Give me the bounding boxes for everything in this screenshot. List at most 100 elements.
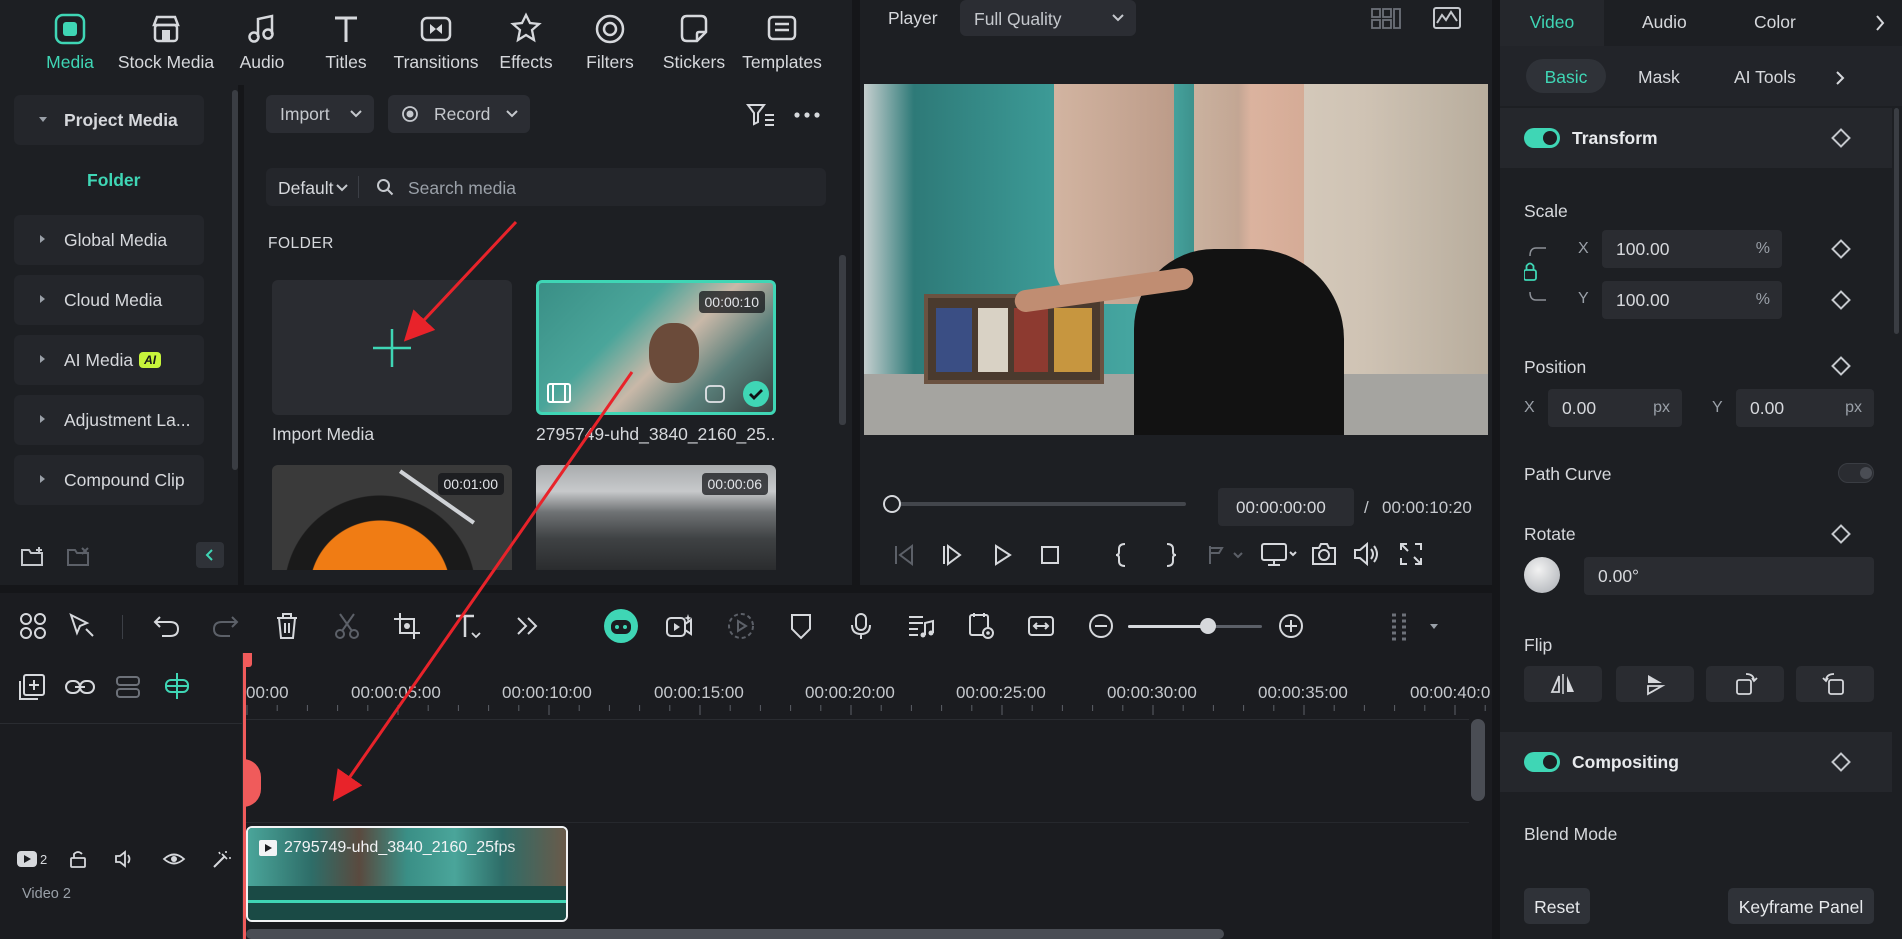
tab-media[interactable]: Media (18, 8, 122, 73)
sort-dropdown[interactable]: Default (278, 178, 333, 199)
marker-shield-icon[interactable] (786, 611, 816, 641)
playback-speed-icon[interactable] (726, 611, 756, 641)
track-align-icon[interactable] (114, 673, 142, 701)
media-clip-thumbnail[interactable]: 00:00:10 (536, 280, 776, 415)
rotate-input[interactable]: 0.00° (1584, 557, 1874, 595)
scale-x-input[interactable]: 100.00 % (1602, 230, 1782, 268)
display-icon[interactable] (1260, 541, 1298, 569)
keyframe-diamond-icon[interactable] (1831, 128, 1851, 148)
tab-color[interactable]: Color (1754, 12, 1796, 33)
keyframe-diamond-icon[interactable] (1831, 524, 1851, 544)
mark-in-icon[interactable] (1112, 541, 1130, 569)
ai-video-icon[interactable] (664, 611, 694, 641)
search-input[interactable]: Search media (408, 178, 516, 199)
current-time-field[interactable]: 00:00:00:00 (1218, 488, 1354, 526)
media-scrollbar[interactable] (839, 255, 846, 425)
zoom-slider-handle[interactable] (1200, 618, 1217, 634)
tab-audio[interactable]: Audio (1642, 12, 1687, 33)
keyframe-diamond-icon[interactable] (1831, 290, 1851, 310)
fullscreen-icon[interactable] (1398, 541, 1424, 567)
chevron-right-icon[interactable] (1874, 14, 1886, 32)
zoom-in-icon[interactable] (1276, 611, 1306, 641)
next-frame-icon[interactable] (940, 543, 964, 567)
keyframe-panel-button[interactable]: Keyframe Panel (1728, 888, 1874, 924)
add-track-icon[interactable] (18, 673, 46, 701)
import-media-tile[interactable] (272, 280, 512, 415)
quality-dropdown[interactable]: Full Quality (960, 0, 1136, 36)
preview-render-icon[interactable] (966, 611, 996, 641)
tab-titles[interactable]: Titles (294, 8, 398, 73)
position-x-input[interactable]: 0.00 px (1548, 389, 1682, 427)
scopes-icon[interactable] (1432, 6, 1462, 30)
sidebar-scrollbar[interactable] (232, 90, 238, 470)
sidebar-item-ai-media[interactable]: AI Media AI (14, 335, 204, 385)
new-folder-icon[interactable] (20, 545, 46, 569)
camera-snapshot-icon[interactable] (1310, 541, 1338, 567)
grid-view-icon[interactable] (1370, 6, 1402, 30)
track-volume-icon[interactable] (114, 849, 136, 869)
crop-icon[interactable] (392, 611, 422, 641)
more-options-icon[interactable] (794, 111, 820, 119)
position-y-input[interactable]: 0.00 px (1736, 389, 1874, 427)
insert-clip-icon[interactable] (1206, 543, 1246, 567)
timeline-clip[interactable]: 2795749-uhd_3840_2160_25fps (246, 826, 568, 922)
tab-video[interactable]: Video (1500, 0, 1604, 46)
auto-enhance-icon[interactable] (210, 849, 232, 871)
chevron-down-icon[interactable] (1428, 623, 1440, 631)
stop-icon[interactable] (1038, 543, 1062, 567)
layout-grid-icon[interactable] (18, 611, 48, 641)
microphone-icon[interactable] (846, 611, 876, 641)
subtab-ai-tools[interactable]: AI Tools (1734, 67, 1796, 88)
timeline-horizontal-scrollbar[interactable] (246, 929, 1224, 939)
redo-icon[interactable] (210, 611, 240, 641)
ai-mascot-icon[interactable] (604, 609, 638, 643)
scale-y-input[interactable]: 100.00 % (1602, 281, 1782, 319)
audio-list-icon[interactable] (906, 611, 936, 641)
keyframe-diamond-icon[interactable] (1831, 356, 1851, 376)
tab-templates[interactable]: Templates (730, 8, 834, 73)
tab-transitions[interactable]: Transitions (384, 8, 488, 73)
subtab-mask[interactable]: Mask (1638, 67, 1680, 88)
sidebar-item-folder[interactable]: Folder (87, 170, 140, 191)
sidebar-item-global-media[interactable]: Global Media (14, 215, 204, 265)
flip-vertical-button[interactable] (1616, 666, 1694, 702)
playhead-marker[interactable] (243, 759, 261, 807)
remove-folder-icon[interactable] (66, 545, 92, 569)
fit-timeline-icon[interactable] (1026, 611, 1056, 641)
keyframe-diamond-icon[interactable] (1831, 752, 1851, 772)
progress-handle[interactable] (883, 495, 901, 513)
rotate-left-button[interactable] (1796, 666, 1874, 702)
tab-stock-media[interactable]: Stock Media (114, 8, 218, 73)
select-tool-icon[interactable] (66, 611, 96, 641)
delete-icon[interactable] (272, 611, 302, 641)
rotate-dial[interactable] (1524, 557, 1560, 593)
timeline-vertical-scrollbar[interactable] (1471, 719, 1485, 801)
reset-button[interactable]: Reset (1524, 888, 1590, 924)
lock-track-icon[interactable] (68, 849, 88, 869)
undo-icon[interactable] (152, 611, 182, 641)
video-preview[interactable] (864, 84, 1488, 435)
rotate-right-button[interactable] (1706, 666, 1784, 702)
record-button[interactable]: Record (388, 95, 530, 133)
media-clip-thumbnail[interactable]: 00:00:06 (536, 465, 776, 570)
compositing-toggle[interactable] (1524, 752, 1560, 772)
playhead-cap[interactable] (243, 653, 252, 667)
keyframe-diamond-icon[interactable] (1831, 239, 1851, 259)
progress-track[interactable] (890, 502, 1186, 506)
sidebar-item-compound-clip[interactable]: Compound Clip (14, 455, 204, 505)
inspector-scrollbar[interactable] (1894, 108, 1899, 334)
text-tool-icon[interactable] (452, 611, 482, 641)
more-tools-icon[interactable] (512, 611, 542, 641)
transform-toggle[interactable] (1524, 128, 1560, 148)
path-curve-toggle[interactable] (1838, 463, 1874, 483)
collapse-sidebar-button[interactable] (196, 542, 224, 568)
sidebar-item-project-media[interactable]: Project Media (14, 95, 204, 145)
lock-ratio-icon[interactable] (1524, 244, 1552, 304)
previous-frame-icon[interactable] (892, 543, 916, 567)
sidebar-item-cloud-media[interactable]: Cloud Media (14, 275, 204, 325)
import-button[interactable]: Import (266, 95, 374, 133)
zoom-out-icon[interactable] (1086, 611, 1116, 641)
flip-horizontal-button[interactable] (1524, 666, 1602, 702)
mark-out-icon[interactable] (1162, 541, 1180, 569)
sidebar-item-adjustment-layer[interactable]: Adjustment La... (14, 395, 204, 445)
